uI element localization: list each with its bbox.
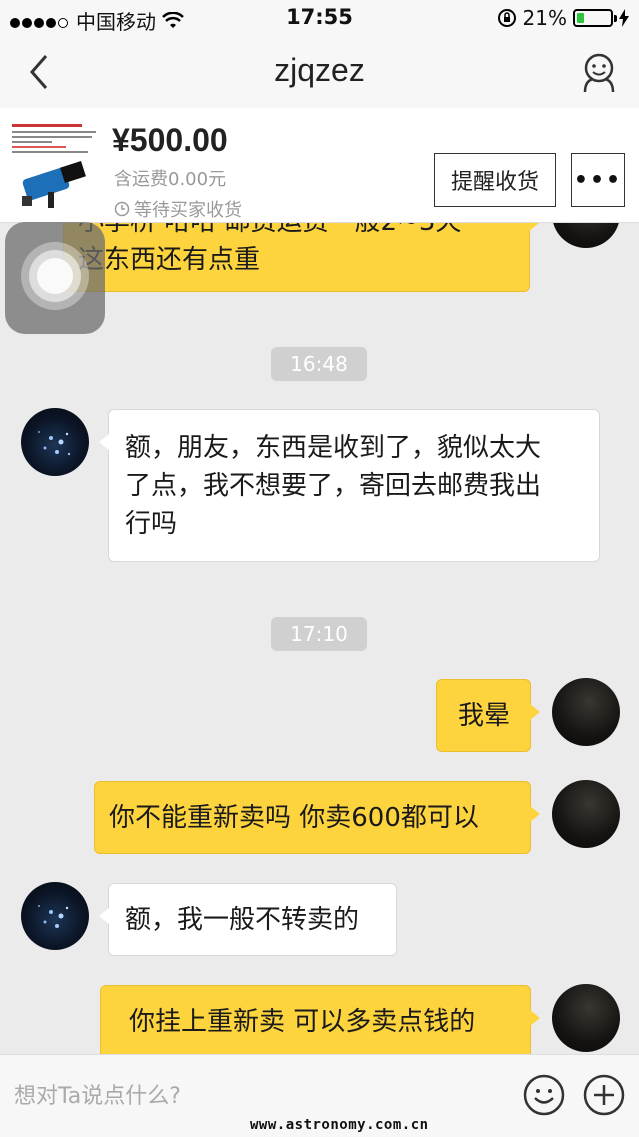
rotation-lock-icon	[497, 9, 516, 27]
message-text: 了点，我不想要了，寄回去邮费我出	[125, 471, 542, 501]
timestamp: 17:10	[271, 617, 367, 651]
message-text: 额，我一般不转卖的	[125, 905, 360, 935]
navigation-bar: zjqzez	[0, 36, 639, 108]
my-avatar[interactable]	[552, 780, 620, 848]
order-status-text: 等待买家收货	[134, 200, 242, 221]
user-profile-icon	[583, 53, 615, 93]
more-options-button[interactable]: •••	[571, 153, 625, 207]
profile-button[interactable]	[575, 48, 623, 96]
message-input-bar: www.astronomy.com.cn	[0, 1054, 639, 1137]
message-input[interactable]	[12, 1077, 496, 1115]
order-card[interactable]: ¥500.00 含运费0.00元 等待买家收货 提醒收货 •••	[0, 108, 639, 223]
message-text: 这东西还有点重	[78, 245, 261, 275]
message-bubble-sent[interactable]: 你挂上重新卖 可以多卖点钱的	[100, 985, 540, 1058]
message-text: 你挂上重新卖 可以多卖点钱的	[129, 1007, 476, 1037]
my-avatar[interactable]	[552, 984, 620, 1052]
message-bubble-sent[interactable]: 我晕	[436, 679, 540, 752]
clock-icon	[114, 201, 130, 217]
timestamp: 16:48	[271, 347, 367, 381]
add-attachment-button[interactable]	[582, 1073, 626, 1117]
charging-bolt-icon	[619, 9, 629, 27]
my-avatar[interactable]	[552, 678, 620, 746]
message-text: 你不能重新卖吗 你卖600都可以	[109, 803, 479, 833]
watermark: www.astronomy.com.cn	[250, 1117, 429, 1133]
message-text: 额，朋友，东西是收到了，貌似太大	[125, 433, 542, 463]
smiley-icon	[523, 1074, 565, 1116]
contact-avatar[interactable]	[21, 882, 89, 950]
battery-icon	[573, 9, 617, 27]
status-bar: 中国移动 17:55 21%	[0, 0, 639, 36]
message-text: 行吗	[125, 509, 178, 539]
message-bubble-received[interactable]: 额，朋友，东西是收到了，貌似太大 了点，我不想要了，寄回去邮费我出 行吗	[99, 409, 600, 562]
message-bubble-sent[interactable]: 你不能重新卖吗 你卖600都可以	[94, 781, 540, 854]
chat-title: zjqzez	[274, 52, 365, 88]
plus-icon	[583, 1074, 625, 1116]
message-text: 我晕	[458, 701, 511, 731]
contact-avatar[interactable]	[21, 408, 89, 476]
emoji-button[interactable]	[522, 1073, 566, 1117]
assistive-touch-button[interactable]	[5, 222, 105, 334]
remind-receipt-button[interactable]: 提醒收货	[434, 153, 556, 207]
message-bubble-received[interactable]: 额，我一般不转卖的	[99, 883, 397, 956]
battery-percent: 21%	[522, 6, 567, 30]
product-thumbnail[interactable]	[10, 118, 102, 214]
shipping-fee: 含运费0.00元	[114, 169, 227, 190]
order-status: 等待买家收货	[114, 196, 242, 222]
order-price: ¥500.00	[112, 122, 228, 158]
